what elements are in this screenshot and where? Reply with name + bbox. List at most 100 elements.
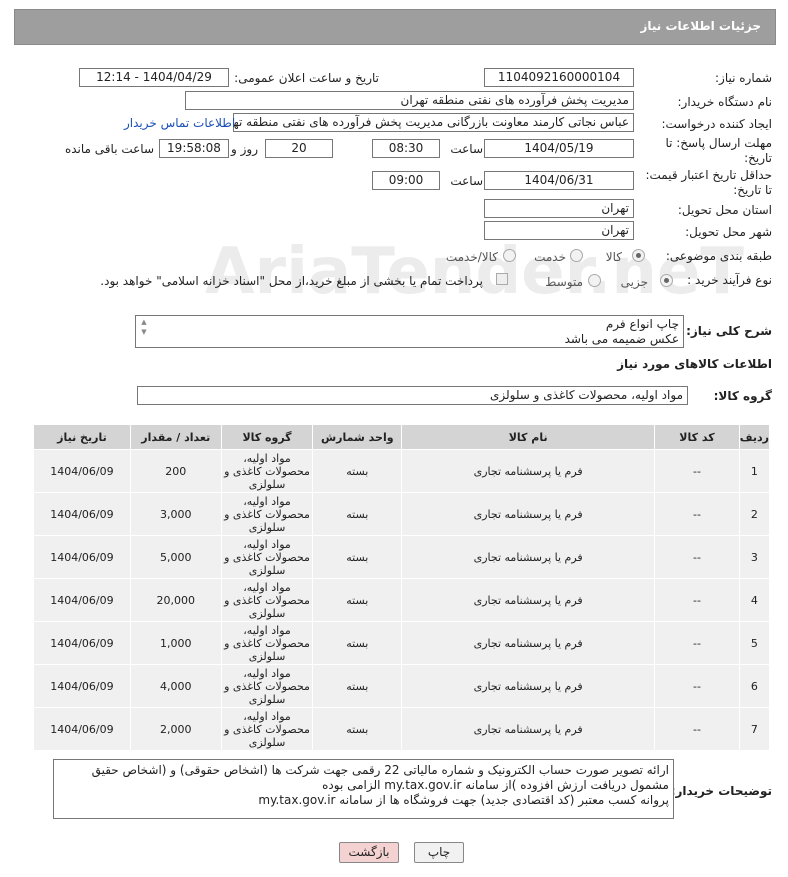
- category-goods-radio[interactable]: [632, 249, 645, 262]
- quantity-cell: 3,000: [129, 492, 222, 536]
- quantity-cell: 200: [129, 449, 222, 493]
- row-index-cell: 2: [738, 492, 771, 536]
- description-label: شرح کلی نیاز:: [686, 324, 772, 338]
- process-partial-radio[interactable]: [660, 274, 673, 287]
- unit-cell: بسته: [312, 578, 403, 622]
- group-cell: مواد اولیه، محصولات کاغذی و سلولزی: [220, 664, 314, 708]
- need-number-field: 1104092160000104: [484, 68, 634, 87]
- row-index-cell: 1: [738, 449, 771, 493]
- group-cell: مواد اولیه، محصولات کاغذی و سلولزی: [220, 535, 314, 579]
- item-name-cell: فرم یا پرسشنامه تجاری: [401, 449, 656, 493]
- province-label: استان محل تحویل:: [677, 203, 772, 217]
- goods-group-label: گروه کالا:: [713, 389, 772, 403]
- goods-section-title: اطلاعات کالاهای مورد نیاز: [617, 357, 772, 371]
- need-date-cell: 1404/06/09: [33, 492, 131, 536]
- city-field: تهران: [484, 221, 634, 240]
- group-cell: مواد اولیه، محصولات کاغذی و سلولزی: [220, 707, 314, 751]
- need-date-cell: 1404/06/09: [33, 578, 131, 622]
- need-date-cell: 1404/06/09: [33, 449, 131, 493]
- goods-table-header: ردیف کد کالا نام کالا واحد شمارش گروه کا…: [33, 424, 771, 450]
- category-goods-service-label: کالا/خدمت: [445, 250, 498, 264]
- table-row: 2 -- فرم یا پرسشنامه تجاری بسته مواد اولیه، …: [33, 492, 771, 536]
- item-code-cell: --: [654, 664, 740, 708]
- col-code: کد کالا: [654, 424, 740, 450]
- reply-time-label: ساعت: [450, 142, 483, 156]
- price-time-label: ساعت: [450, 174, 483, 188]
- category-goods-service-radio[interactable]: [503, 249, 516, 262]
- buyer-notes-line-2: مشمول دریافت ارزش افزوده )از سامانه my.t…: [322, 778, 669, 792]
- col-group: گروه کالا: [220, 424, 314, 450]
- item-code-cell: --: [654, 449, 740, 493]
- col-row: ردیف: [738, 424, 771, 450]
- reply-time-field: 08:30: [372, 139, 440, 158]
- item-code-cell: --: [654, 535, 740, 579]
- table-row: 1 -- فرم یا پرسشنامه تجاری بسته مواد اولیه، …: [33, 449, 771, 493]
- buyer-notes-line-1: ارائه تصویر صورت حساب الکترونیک و شماره …: [91, 763, 669, 777]
- item-name-cell: فرم یا پرسشنامه تجاری: [401, 492, 656, 536]
- unit-cell: بسته: [312, 492, 403, 536]
- item-code-cell: --: [654, 621, 740, 665]
- category-service-label: خدمت: [534, 250, 566, 264]
- item-code-cell: --: [654, 707, 740, 751]
- table-row: 5 -- فرم یا پرسشنامه تجاری بسته مواد اولیه، …: [33, 621, 771, 665]
- item-name-cell: فرم یا پرسشنامه تجاری: [401, 707, 656, 751]
- buyer-org-label: نام دستگاه خریدار:: [677, 95, 773, 109]
- description-textarea[interactable]: چاپ انواع فرم عکس ضمیمه می باشد ▲ ▼: [135, 315, 684, 348]
- process-partial-label: جزیی: [620, 275, 648, 289]
- category-label: طبقه بندی موضوعی:: [665, 249, 772, 263]
- remaining-time-field: 19:58:08: [159, 139, 229, 158]
- group-cell: مواد اولیه، محصولات کاغذی و سلولزی: [220, 449, 314, 493]
- unit-cell: بسته: [312, 664, 403, 708]
- quantity-cell: 2,000: [129, 707, 222, 751]
- item-code-cell: --: [654, 492, 740, 536]
- col-name: نام کالا: [401, 424, 656, 450]
- province-field: تهران: [484, 199, 634, 218]
- remaining-label: ساعت باقی مانده: [64, 142, 154, 156]
- treasury-checkbox[interactable]: [496, 273, 508, 285]
- table-row: 3 -- فرم یا پرسشنامه تجاری بسته مواد اولیه، …: [33, 535, 771, 579]
- quantity-cell: 4,000: [129, 664, 222, 708]
- item-name-cell: فرم یا پرسشنامه تجاری: [401, 664, 656, 708]
- need-date-cell: 1404/06/09: [33, 535, 131, 579]
- col-qty: تعداد / مقدار: [129, 424, 222, 450]
- reply-deadline-label: مهلت ارسال پاسخ: تا تاریخ:: [665, 136, 772, 165]
- col-date: تاریخ نیاز: [33, 424, 131, 450]
- watermark: AriaTender.neT: [205, 235, 744, 309]
- need-number-label: شماره نیاز:: [715, 71, 772, 85]
- textarea-scroll-arrows[interactable]: ▲ ▼: [138, 317, 150, 346]
- page-header: جزئیات اطلاعات نیاز: [14, 9, 776, 45]
- process-medium-radio[interactable]: [588, 274, 601, 287]
- description-line-1: چاپ انواع فرم: [605, 317, 679, 331]
- table-row: 7 -- فرم یا پرسشنامه تجاری بسته مواد اولیه، …: [33, 707, 771, 751]
- treasury-note: پرداخت تمام یا بخشی از مبلغ خرید،از محل …: [100, 274, 483, 288]
- item-name-cell: فرم یا پرسشنامه تجاری: [401, 621, 656, 665]
- row-index-cell: 7: [738, 707, 771, 751]
- process-label: نوع فرآیند خرید :: [687, 273, 772, 287]
- city-label: شهر محل تحویل:: [685, 225, 772, 239]
- description-line-2: عکس ضمیمه می باشد: [564, 332, 679, 346]
- col-unit: واحد شمارش: [312, 424, 403, 450]
- group-cell: مواد اولیه، محصولات کاغذی و سلولزی: [220, 578, 314, 622]
- quantity-cell: 5,000: [129, 535, 222, 579]
- need-date-cell: 1404/06/09: [33, 621, 131, 665]
- row-index-cell: 3: [738, 535, 771, 579]
- days-field: 20: [265, 139, 333, 158]
- back-button[interactable]: بازگشت: [339, 842, 399, 863]
- row-index-cell: 4: [738, 578, 771, 622]
- days-label: روز و: [231, 142, 258, 156]
- announce-label: تاریخ و ساعت اعلان عمومی:: [234, 71, 379, 85]
- price-date-field: 1404/06/31: [484, 171, 634, 190]
- buyer-notes-line-3: پروانه کسب معتبر (کد اقتصادی جدید) جهت ف…: [258, 793, 669, 807]
- buyer-contact-link[interactable]: اطلاعات تماس خریدار: [124, 116, 235, 130]
- print-button[interactable]: چاپ: [414, 842, 464, 863]
- table-row: 4 -- فرم یا پرسشنامه تجاری بسته مواد اولیه، …: [33, 578, 771, 622]
- unit-cell: بسته: [312, 535, 403, 579]
- category-service-radio[interactable]: [570, 249, 583, 262]
- need-date-cell: 1404/06/09: [33, 664, 131, 708]
- unit-cell: بسته: [312, 621, 403, 665]
- item-name-cell: فرم یا پرسشنامه تجاری: [401, 578, 656, 622]
- creator-label: ایجاد کننده درخواست:: [661, 117, 772, 131]
- item-name-cell: فرم یا پرسشنامه تجاری: [401, 535, 656, 579]
- goods-group-field: مواد اولیه، محصولات کاغذی و سلولزی: [137, 386, 688, 405]
- unit-cell: بسته: [312, 707, 403, 751]
